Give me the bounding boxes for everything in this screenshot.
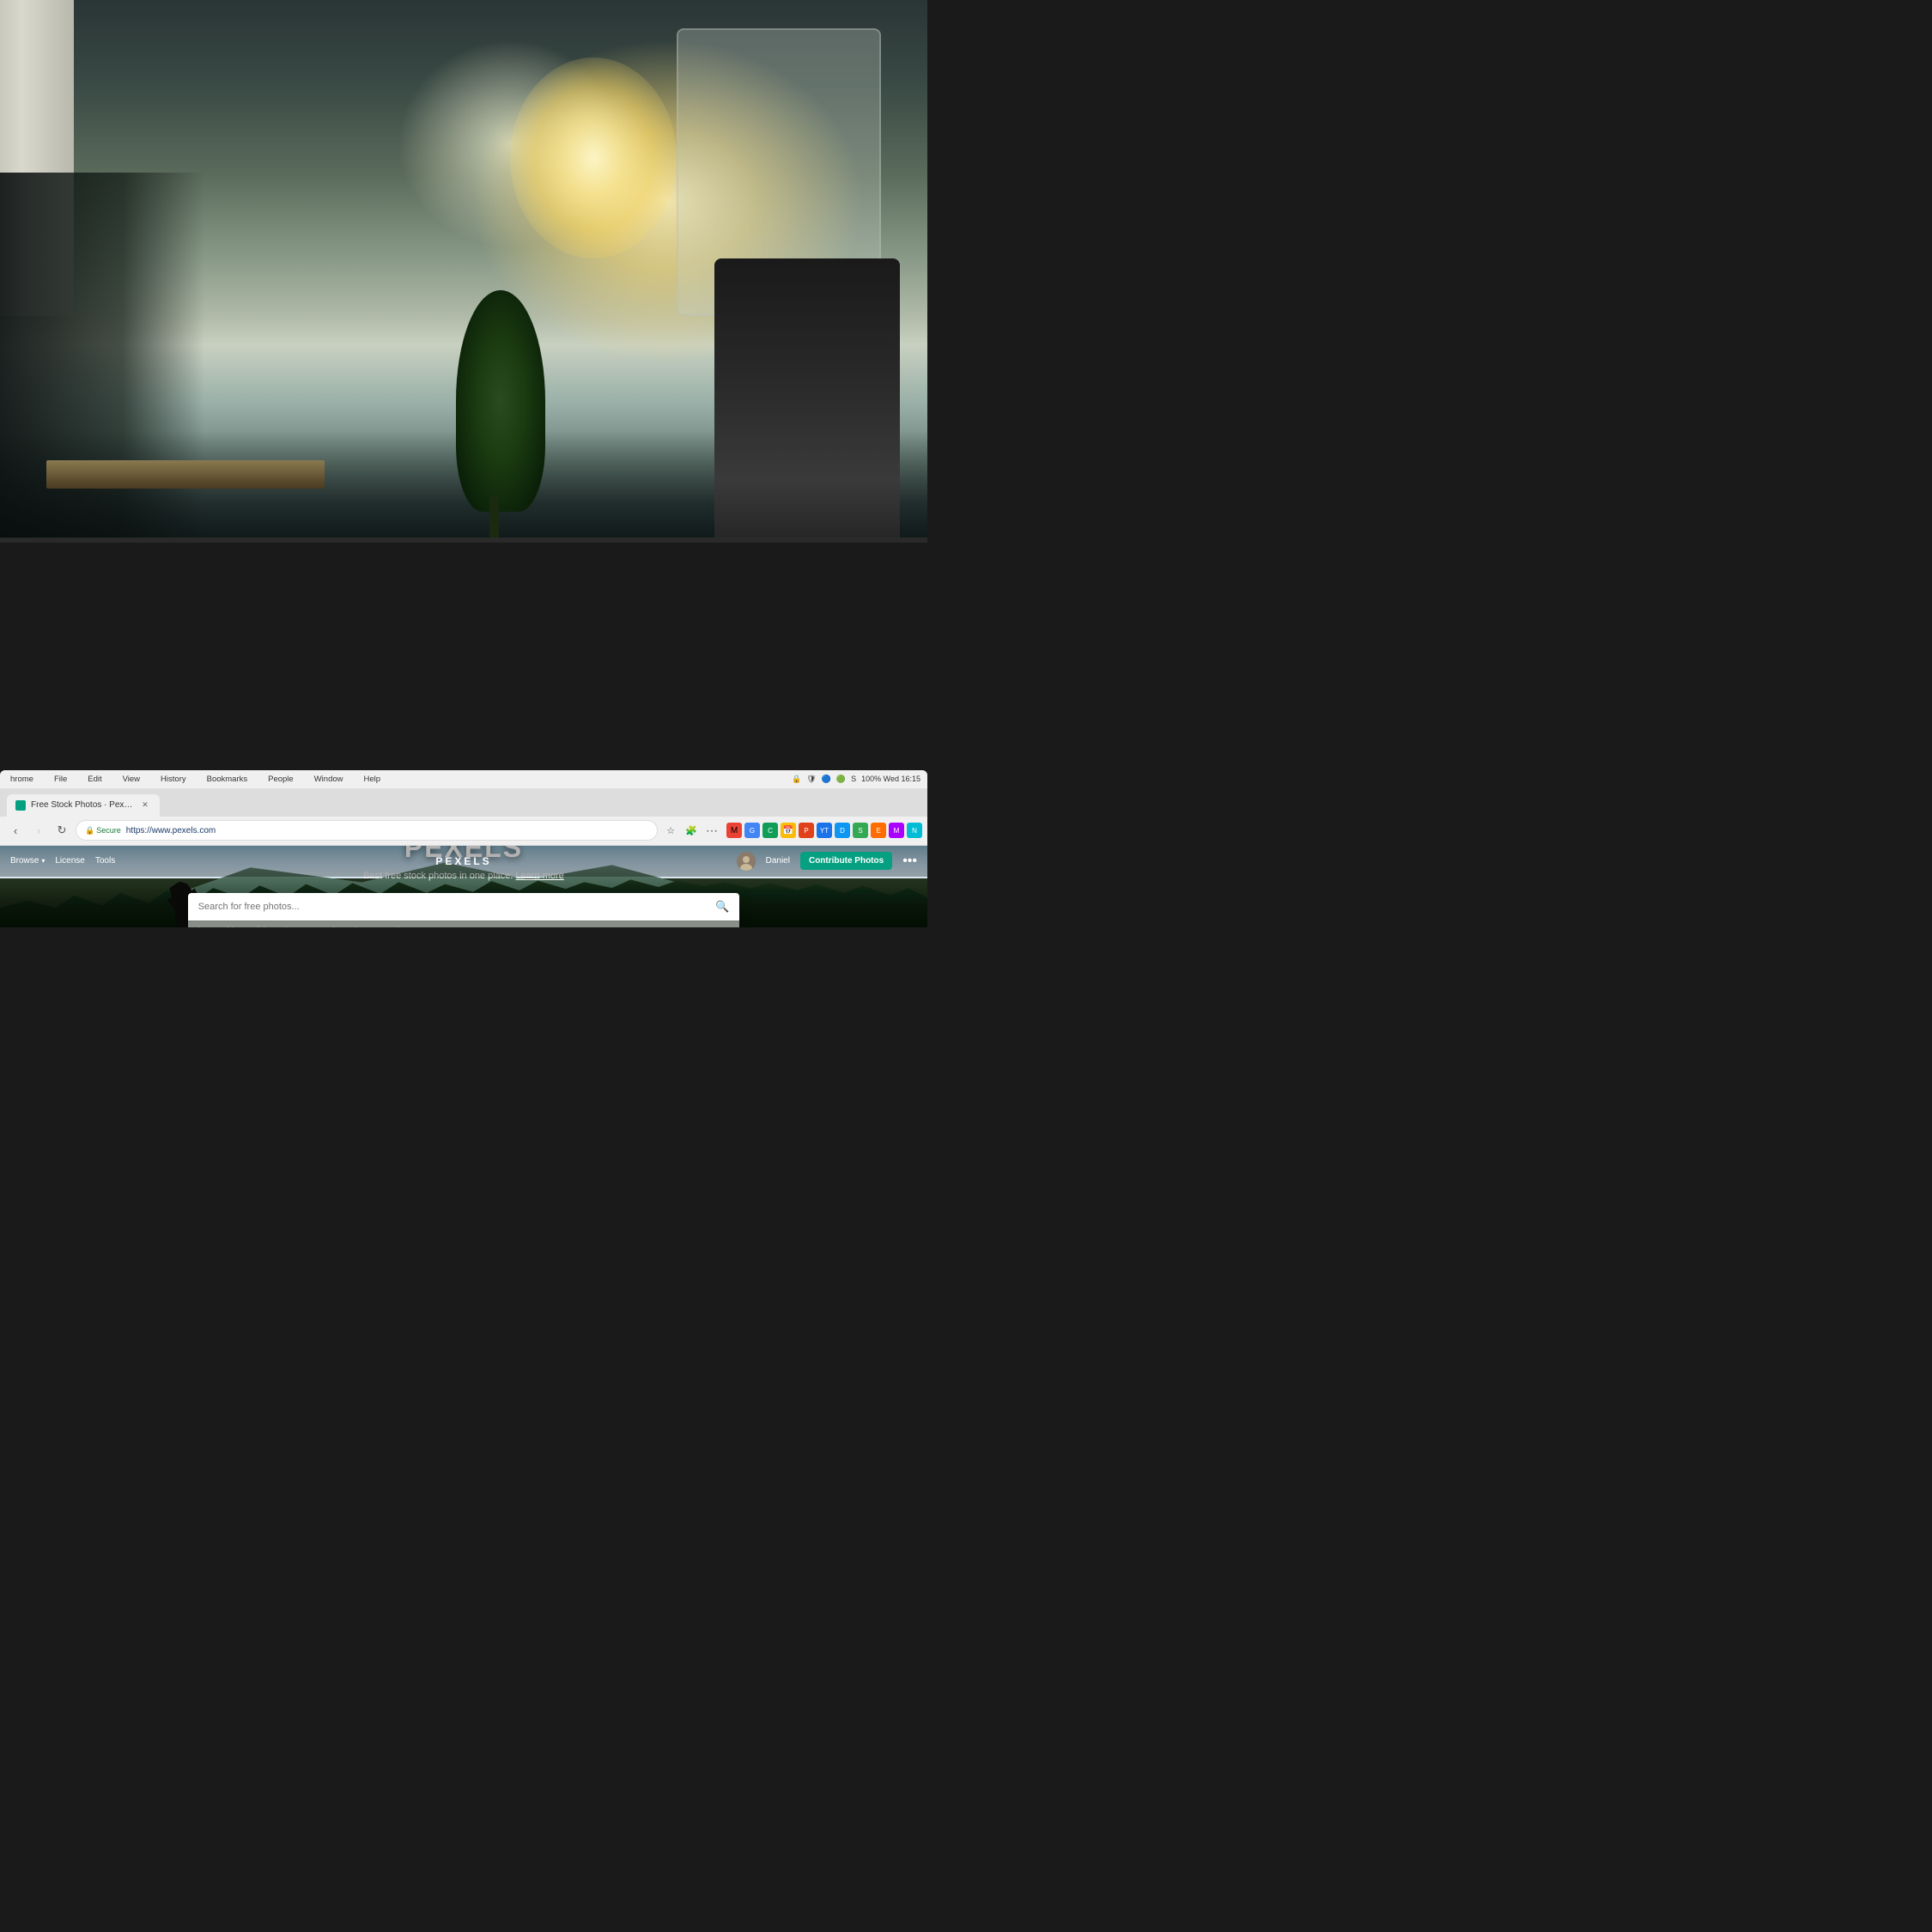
menu-help[interactable]: Help xyxy=(361,773,385,786)
toolbar-action-buttons: ☆ 🧩 ⋯ M G C 📅 P YT D S E M N xyxy=(661,821,922,840)
ext-icon-8[interactable]: S xyxy=(853,823,868,838)
ext-icon-2[interactable]: G xyxy=(744,823,760,838)
menu-chrome[interactable]: hrome xyxy=(7,773,37,786)
menu-view[interactable]: View xyxy=(119,773,143,786)
browse-dropdown-icon: ▾ xyxy=(41,857,45,865)
pexels-nav-bar: Browse ▾ License Tools PEXELS xyxy=(0,846,927,877)
nav-controls: ‹ › ↻ xyxy=(5,820,72,841)
ext-icon-10[interactable]: M xyxy=(889,823,904,838)
tag-house[interactable]: house xyxy=(198,926,221,927)
extensions-button[interactable]: 🧩 xyxy=(682,821,701,840)
tag-phone[interactable]: phone xyxy=(350,926,373,927)
ext-icon-4[interactable]: 📅 xyxy=(781,823,796,838)
office-background-photo xyxy=(0,0,927,575)
plant-decoration xyxy=(445,258,556,574)
tab-close-button[interactable]: ✕ xyxy=(139,799,151,811)
ext-icon-1[interactable]: M xyxy=(726,823,742,838)
menu-people[interactable]: People xyxy=(264,773,297,786)
user-avatar[interactable] xyxy=(737,852,756,871)
nav-more-button[interactable]: ••• xyxy=(902,854,917,869)
nav-license-link[interactable]: License xyxy=(55,856,84,866)
menu-edit[interactable]: Edit xyxy=(84,773,105,786)
address-toolbar: ‹ › ↻ 🔒 Secure https://www.pexels.com ☆ … xyxy=(0,817,927,846)
ext-icon-11[interactable]: N xyxy=(907,823,922,838)
nav-right-links: Daniel Contribute Photos ••• xyxy=(737,852,917,871)
browser-tab-active[interactable]: Free Stock Photos · Pexels ✕ xyxy=(7,794,160,817)
tag-vintage[interactable]: vintage xyxy=(282,926,308,927)
extensions-bar: M G C 📅 P YT D S E M N xyxy=(726,823,922,838)
website-content: Browse ▾ License Tools PEXELS xyxy=(0,846,927,928)
url-text: https://www.pexels.com xyxy=(126,826,216,835)
ext-icon-7[interactable]: D xyxy=(835,823,850,838)
nav-browse-link[interactable]: Browse ▾ xyxy=(10,856,45,866)
tag-blur[interactable]: blur xyxy=(228,926,241,927)
secure-indicator: 🔒 Secure xyxy=(85,826,121,835)
pexels-hero-section: Browse ▾ License Tools PEXELS xyxy=(0,846,927,928)
nav-tools-link[interactable]: Tools xyxy=(95,856,115,866)
ext-icon-6[interactable]: YT xyxy=(817,823,832,838)
search-input[interactable] xyxy=(198,902,708,912)
address-bar[interactable]: 🔒 Secure https://www.pexels.com xyxy=(76,820,658,841)
pexels-logo: PEXELS xyxy=(435,855,491,867)
browser-window: hrome File Edit View History Bookmarks P… xyxy=(0,770,927,928)
back-button[interactable]: ‹ xyxy=(5,820,26,841)
menu-file[interactable]: File xyxy=(51,773,70,786)
forward-button[interactable]: › xyxy=(28,820,49,841)
tag-meeting[interactable]: meeting xyxy=(314,926,343,927)
table-furniture xyxy=(46,460,325,489)
tag-training[interactable]: training xyxy=(247,926,274,927)
search-tags-area: house blur training vintage meeting phon… xyxy=(188,920,740,927)
menu-window[interactable]: Window xyxy=(311,773,347,786)
profile-button[interactable]: ⋯ xyxy=(702,821,721,840)
search-input-area: 🔍 xyxy=(188,893,740,920)
ext-icon-9[interactable]: E xyxy=(871,823,886,838)
tab-favicon xyxy=(15,800,26,811)
menu-history[interactable]: History xyxy=(157,773,190,786)
reload-button[interactable]: ↻ xyxy=(52,820,72,841)
search-icon[interactable]: 🔍 xyxy=(715,900,729,914)
nav-left-links: Browse ▾ License Tools xyxy=(10,856,115,866)
more-tags-button[interactable]: more → xyxy=(406,926,435,927)
office-chair xyxy=(714,258,900,574)
nav-username: Daniel xyxy=(766,856,790,866)
menu-bookmarks[interactable]: Bookmarks xyxy=(204,773,252,786)
tab-title: Free Stock Photos · Pexels xyxy=(31,800,134,810)
tab-bar: Free Stock Photos · Pexels ✕ xyxy=(0,789,927,817)
system-info: 🔒🛡🔵🟢S 100% Wed 16:15 xyxy=(792,775,920,784)
tag-wood[interactable]: wood xyxy=(380,926,399,927)
chrome-menu-bar: hrome File Edit View History Bookmarks P… xyxy=(0,770,927,789)
bookmark-button[interactable]: ☆ xyxy=(661,821,680,840)
system-tray: 🔒🛡🔵🟢S 100% Wed 16:15 xyxy=(781,775,920,784)
contribute-photos-button[interactable]: Contribute Photos xyxy=(800,852,892,870)
window-light xyxy=(510,58,677,258)
monitor-screen: hrome File Edit View History Bookmarks P… xyxy=(0,538,927,927)
search-container: 🔍 house blur training vintage meeting ph… xyxy=(188,893,740,927)
ext-icon-3[interactable]: C xyxy=(762,823,778,838)
ext-icon-5[interactable]: P xyxy=(799,823,814,838)
